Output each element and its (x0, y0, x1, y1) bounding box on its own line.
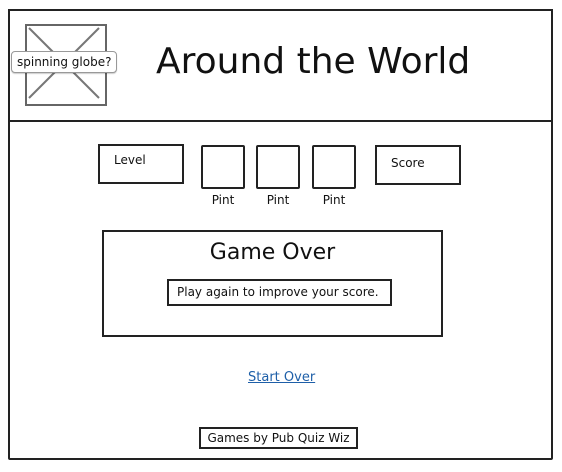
pint-label: Pint (266, 193, 290, 207)
image-tooltip: spinning globe? (11, 51, 118, 73)
score-box: Score (375, 145, 461, 185)
game-over-message: Play again to improve your score. (167, 279, 392, 306)
page-title: Around the World (156, 41, 471, 82)
game-over-title: Game Over (209, 240, 336, 265)
pint-slot (256, 145, 300, 189)
score-label: Score (391, 156, 425, 170)
pint-label: Pint (211, 193, 235, 207)
game-over-panel: Game Over Play again to improve your sco… (102, 230, 443, 337)
pint-slot (201, 145, 245, 189)
pint-slot (312, 145, 356, 189)
start-over-link[interactable]: Start Over (248, 370, 315, 385)
pint-label: Pint (322, 193, 346, 207)
level-box: Level (98, 144, 184, 184)
footer-credit[interactable]: Games by Pub Quiz Wiz (199, 427, 358, 449)
level-label: Level (114, 153, 146, 167)
